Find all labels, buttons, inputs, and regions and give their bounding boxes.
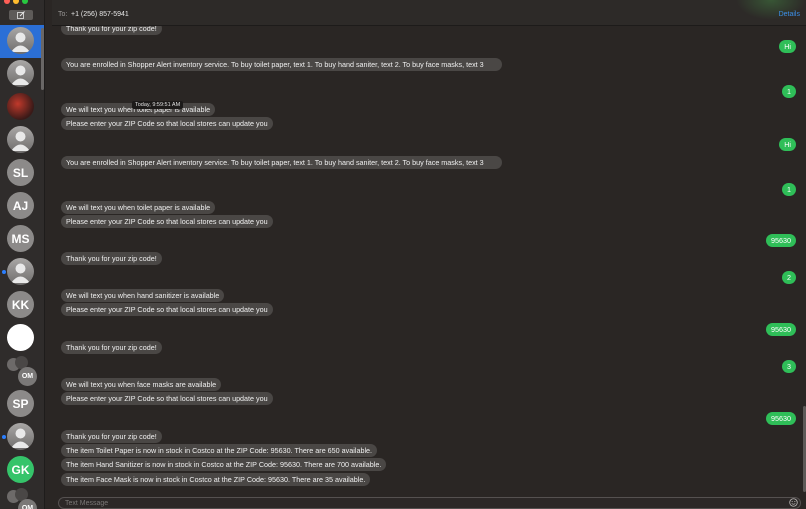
received-message[interactable]: Thank you for your zip code! xyxy=(61,252,162,265)
received-message[interactable]: We will text you when face masks are ava… xyxy=(61,378,222,391)
conversation-header: To: +1 (256) 857-5941 Details xyxy=(52,0,806,26)
avatar xyxy=(7,258,34,285)
zoom-window-button[interactable] xyxy=(22,0,28,4)
avatar-initials: OM xyxy=(18,367,37,386)
message-transcript[interactable]: Today, 9:59:51 AM Thank you for your zip… xyxy=(52,26,802,492)
conversation-item[interactable]: SL xyxy=(0,157,44,190)
unread-indicator xyxy=(2,435,6,439)
received-message[interactable]: We will text you when toilet paper is av… xyxy=(61,201,216,214)
conversation-item[interactable] xyxy=(0,322,44,355)
close-window-button[interactable] xyxy=(4,0,10,4)
avatar-initials: AJ xyxy=(7,192,34,219)
conversation-item[interactable] xyxy=(0,58,44,91)
conversation-item[interactable]: SP xyxy=(0,388,44,421)
message-timestamp: Today, 9:59:51 AM xyxy=(132,101,184,109)
conversation-item[interactable]: OM xyxy=(0,487,44,509)
received-message[interactable]: You are enrolled in Shopper Alert invent… xyxy=(61,156,502,169)
message-input-bar xyxy=(52,494,806,509)
sent-message[interactable]: Hi xyxy=(779,40,796,53)
sent-message[interactable]: Hi xyxy=(779,138,796,151)
conversation-item[interactable]: AJ xyxy=(0,190,44,223)
received-message[interactable]: Thank you for your zip code! xyxy=(61,26,162,35)
minimize-window-button[interactable] xyxy=(13,0,19,4)
conversation-item[interactable] xyxy=(0,91,44,124)
received-message[interactable]: Thank you for your zip code! xyxy=(61,341,162,354)
received-message[interactable]: Please enter your ZIP Code so that local… xyxy=(61,392,273,405)
conversation-item[interactable] xyxy=(0,256,44,289)
sent-message[interactable]: 2 xyxy=(782,271,796,284)
conversation-item[interactable]: OM xyxy=(0,355,44,388)
sent-message[interactable]: 3 xyxy=(782,360,796,373)
avatar-initials: SP xyxy=(7,390,34,417)
avatar xyxy=(7,126,34,153)
avatar xyxy=(7,324,34,351)
avatar-initials: OM xyxy=(18,499,37,509)
received-message[interactable]: Please enter your ZIP Code so that local… xyxy=(61,117,273,130)
received-message[interactable]: We will text you when hand sanitizer is … xyxy=(61,289,225,302)
sent-message[interactable]: 1 xyxy=(782,85,796,98)
conversation-item[interactable] xyxy=(0,124,44,157)
group-avatar: OM xyxy=(7,488,37,509)
conversation-item[interactable] xyxy=(0,25,44,58)
received-message[interactable]: The item Toilet Paper is now in stock in… xyxy=(61,444,378,457)
sent-message[interactable]: 1 xyxy=(782,183,796,196)
conversation-item[interactable]: MS xyxy=(0,223,44,256)
conversation-item[interactable]: KK xyxy=(0,289,44,322)
avatar-initials: KK xyxy=(7,291,34,318)
group-avatar: OM xyxy=(7,356,37,386)
compose-button[interactable] xyxy=(9,10,33,20)
to-label: To: xyxy=(58,11,68,18)
unread-indicator xyxy=(2,270,6,274)
compose-icon xyxy=(17,11,25,19)
received-message[interactable]: The item Face Mask is now in stock in Co… xyxy=(61,473,371,486)
sent-message[interactable]: 95630 xyxy=(766,234,796,247)
received-message[interactable]: Please enter your ZIP Code so that local… xyxy=(61,303,273,316)
conversation-item[interactable] xyxy=(0,421,44,454)
avatar xyxy=(7,60,34,87)
avatar-initials: SL xyxy=(7,159,34,186)
avatar-initials: GK xyxy=(7,456,34,483)
sidebar-scrollbar[interactable] xyxy=(41,28,44,90)
avatar xyxy=(7,93,34,120)
received-message[interactable]: Please enter your ZIP Code so that local… xyxy=(61,215,273,228)
sent-message[interactable]: 95630 xyxy=(766,323,796,336)
avatar xyxy=(7,27,34,54)
avatar xyxy=(7,423,34,450)
avatar-initials: MS xyxy=(7,225,34,252)
conversation-sidebar: SL AJ MS KK OM SP GK OM xyxy=(0,0,45,509)
conversation-item[interactable]: GK xyxy=(0,454,44,487)
received-message[interactable]: The item Hand Sanitizer is now in stock … xyxy=(61,458,387,471)
recipient-field[interactable]: +1 (256) 857-5941 xyxy=(71,11,129,18)
emoji-icon[interactable] xyxy=(789,498,798,507)
message-input[interactable] xyxy=(58,497,801,509)
received-message[interactable]: You are enrolled in Shopper Alert invent… xyxy=(61,58,502,71)
sent-message[interactable]: 95630 xyxy=(766,412,796,425)
details-button[interactable]: Details xyxy=(779,11,800,18)
received-message[interactable]: Thank you for your zip code! xyxy=(61,430,162,443)
